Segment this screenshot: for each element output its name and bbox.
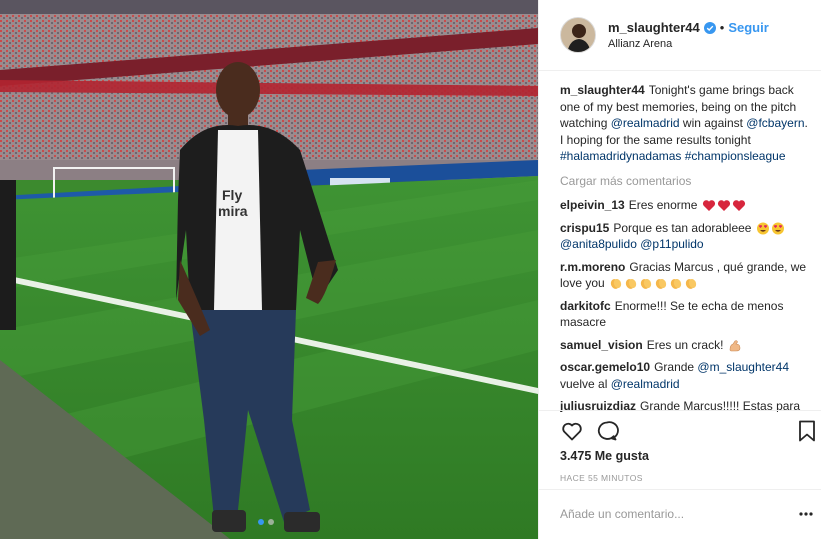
stadium-photo-illustration: Fly mira (0, 0, 538, 539)
comment-item: elpeivin_13 Eres enorme (560, 197, 810, 214)
load-more-comments-button[interactable]: Cargar más comentarios (560, 173, 810, 190)
comment-text: win against (679, 116, 747, 130)
post-header: m_slaughter44 • Seguir Allianz Arena (539, 0, 821, 71)
mention-link[interactable]: @m_slaughter44 (697, 360, 789, 374)
comment-text: Eres un crack! (646, 337, 727, 352)
mention-link[interactable]: @anita8pulido (560, 237, 637, 251)
bookmark-icon[interactable] (797, 419, 817, 443)
mention-link[interactable]: #championsleague (685, 149, 786, 163)
action-bar (539, 410, 821, 450)
more-options-icon[interactable] (798, 506, 814, 522)
comment-item: darkitofc Enorme!!! Se te echa de menos m… (560, 298, 810, 331)
carousel-dot-active (258, 519, 264, 525)
svg-text:mira: mira (218, 203, 248, 219)
comment-item: crispu15 Porque es tan adorableee @anita8… (560, 220, 810, 253)
comment-text: Grande (654, 360, 698, 374)
add-comment-bar (539, 489, 821, 539)
header-separator: • (719, 20, 725, 35)
caption-username[interactable]: m_slaughter44 (560, 83, 645, 97)
mention-link[interactable]: #halamadridynadamas (560, 149, 681, 163)
red-heart-emoji-icon (717, 200, 730, 212)
flexed-bicep-emoji-icon (729, 340, 741, 352)
comment-container: elpeivin_13 Eres enorme crispu15 Porque es… (560, 197, 810, 412)
comment-text: Eres enorme (628, 198, 701, 212)
clap-emoji-icon (685, 279, 697, 290)
comment-item: oscar.gemelo10 Grande @m_slaughter44 vuel… (560, 359, 810, 392)
heart-outline-icon[interactable] (560, 419, 584, 443)
comment-username[interactable]: crispu15 (560, 221, 609, 235)
comment-bubble-icon[interactable] (595, 419, 619, 443)
red-heart-emoji-icon (732, 200, 745, 212)
carousel-dot (268, 519, 274, 525)
verified-badge-icon (703, 21, 716, 34)
mention-link[interactable]: @p11pulido (640, 237, 703, 251)
comment-username[interactable]: r.m.moreno (560, 260, 625, 274)
follow-button[interactable]: Seguir (728, 20, 768, 35)
header-username[interactable]: m_slaughter44 (608, 20, 700, 35)
comment-text: vuelve al (560, 376, 611, 391)
mention-link[interactable]: @realmadrid (611, 377, 680, 391)
clap-emoji-icon (670, 279, 682, 290)
comment-username[interactable]: oscar.gemelo10 (560, 360, 650, 374)
mention-link[interactable]: @fcbayern (746, 116, 804, 130)
heart-eyes-emoji-icon (756, 222, 769, 235)
comment-text: Porque es tan adorableee (613, 220, 755, 235)
comments-list: m_slaughter44 Tonight's game brings back … (560, 82, 810, 412)
red-heart-emoji-icon (702, 200, 715, 212)
clap-emoji-icon (625, 279, 637, 290)
clap-emoji-icon (640, 279, 652, 290)
clap-emoji-icon (610, 279, 622, 290)
comment-username[interactable]: samuel_vision (560, 338, 643, 352)
carousel-indicator (258, 519, 274, 525)
svg-text:Fly: Fly (222, 187, 242, 203)
post-caption: m_slaughter44 Tonight's game brings back … (560, 82, 810, 165)
post-side-panel: m_slaughter44 • Seguir Allianz Arena m_s… (538, 0, 821, 539)
clap-emoji-icon (655, 279, 667, 290)
avatar[interactable] (560, 17, 596, 53)
post-photo[interactable]: Fly mira (0, 0, 538, 539)
mention-link[interactable]: @realmadrid (611, 116, 680, 130)
comment-username[interactable]: elpeivin_13 (560, 198, 625, 212)
post-timestamp: HACE 55 MINUTOS (560, 473, 643, 483)
comment-item: r.m.moreno Gracias Marcus , qué grande, w… (560, 259, 810, 292)
comment-input[interactable] (560, 504, 780, 524)
comment-username[interactable]: darkitofc (560, 299, 611, 313)
heart-eyes-emoji-icon (771, 222, 784, 235)
location-link[interactable]: Allianz Arena (608, 38, 672, 50)
likes-count[interactable]: 3.475 Me gusta (560, 449, 649, 463)
comment-item: samuel_vision Eres un crack! (560, 337, 810, 354)
